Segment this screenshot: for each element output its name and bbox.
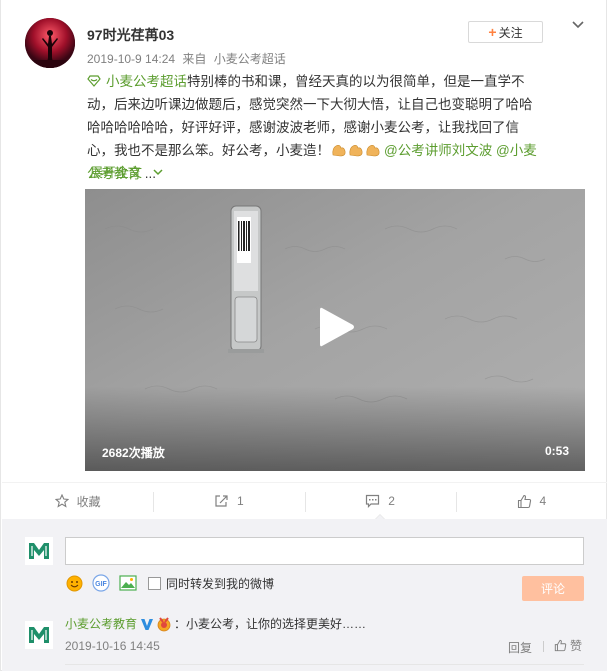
follow-button[interactable]: + 关注 — [468, 21, 543, 43]
comment-text: ：小麦公考，让你的选择更美好…… — [174, 617, 367, 631]
post-action-bar: 收藏 1 2 4 — [2, 482, 607, 520]
current-user-avatar[interactable] — [25, 537, 53, 565]
comment-input[interactable] — [65, 537, 584, 565]
image-upload-button[interactable] — [119, 574, 137, 592]
weibo-post-card: 97时光荏苒03 2019-10-9 14:24 来自 小麦公考超话 + 关注 … — [0, 0, 607, 671]
username[interactable]: 97时光荏苒03 — [87, 25, 174, 45]
comment-tools: GIF 同时转发到我的微博 — [65, 574, 274, 592]
like-button[interactable]: 4 — [455, 483, 607, 519]
picture-icon — [119, 575, 137, 591]
follow-label: 关注 — [498, 25, 523, 40]
comment-button[interactable]: 2 — [304, 483, 456, 520]
source-prefix: 来自 — [182, 52, 207, 66]
divider — [153, 492, 155, 512]
super-topic-link[interactable]: 小麦公考超话 — [87, 74, 187, 89]
star-icon — [54, 494, 69, 508]
gif-icon: GIF — [92, 574, 110, 592]
plus-icon: + — [488, 24, 497, 40]
comment-time: 2019-10-16 14:45 — [65, 639, 160, 653]
play-count: 2682次播放 — [102, 446, 165, 460]
repost-count: 1 — [237, 494, 244, 508]
comment-reply-link[interactable]: 回复 — [508, 639, 532, 656]
emoji-button[interactable] — [65, 574, 83, 592]
play-icon[interactable] — [318, 305, 356, 349]
repost-button[interactable]: 1 — [153, 483, 304, 519]
mention-teacher-link[interactable]: @公考讲师刘文波 — [384, 143, 492, 158]
thumbs-up-icon — [554, 639, 567, 652]
repost-icon — [215, 495, 228, 507]
super-topic-label: 小麦公考超话 — [106, 74, 187, 89]
diamond-icon — [87, 75, 101, 87]
favorite-button[interactable]: 收藏 — [2, 483, 153, 519]
chevron-down-icon — [153, 169, 163, 176]
thumbs-up-icon — [517, 494, 531, 508]
chevron-down-icon[interactable] — [570, 18, 586, 32]
submit-comment-button[interactable]: 评论 — [522, 576, 584, 601]
video-duration: 0:53 — [545, 444, 570, 458]
comment-author-link[interactable]: 小麦公考教育 — [65, 615, 137, 632]
expand-label: 展开全文 — [90, 165, 143, 180]
favorite-label: 收藏 — [76, 494, 101, 509]
divider — [65, 664, 584, 665]
user-avatar[interactable] — [25, 18, 75, 68]
post-meta: 2019-10-9 14:24 来自 小麦公考超话 — [87, 50, 290, 67]
comment-like-button[interactable]: 赞 — [554, 637, 582, 654]
medal-icon[interactable] — [156, 616, 172, 632]
gif-button[interactable]: GIF — [92, 574, 110, 592]
divider — [304, 492, 306, 512]
comment-like-label: 赞 — [570, 639, 583, 653]
svg-text:GIF: GIF — [95, 581, 107, 588]
commenter-avatar[interactable] — [25, 621, 53, 649]
expand-full-text-link[interactable]: 展开全文 — [90, 162, 164, 181]
divider — [543, 641, 544, 652]
muscle-emojis — [330, 143, 384, 158]
comment-icon — [366, 494, 380, 508]
comment-item: 小麦公考教育 ：小麦公考，让你的选择更美好…… — [65, 615, 366, 632]
repost-checkbox-label[interactable]: 同时转发到我的微博 — [166, 575, 274, 592]
post-source-link[interactable]: 小麦公考超话 — [214, 52, 286, 66]
xiaomai-logo-icon — [29, 627, 49, 643]
verified-icon[interactable] — [140, 617, 154, 631]
xiaomai-logo-icon — [29, 543, 49, 559]
divider — [455, 492, 457, 512]
like-count: 4 — [539, 494, 547, 508]
comment-count: 2 — [388, 494, 395, 508]
repost-checkbox[interactable] — [148, 576, 161, 590]
post-timestamp[interactable]: 2019-10-9 14:24 — [87, 52, 175, 66]
smiley-icon — [66, 575, 82, 591]
